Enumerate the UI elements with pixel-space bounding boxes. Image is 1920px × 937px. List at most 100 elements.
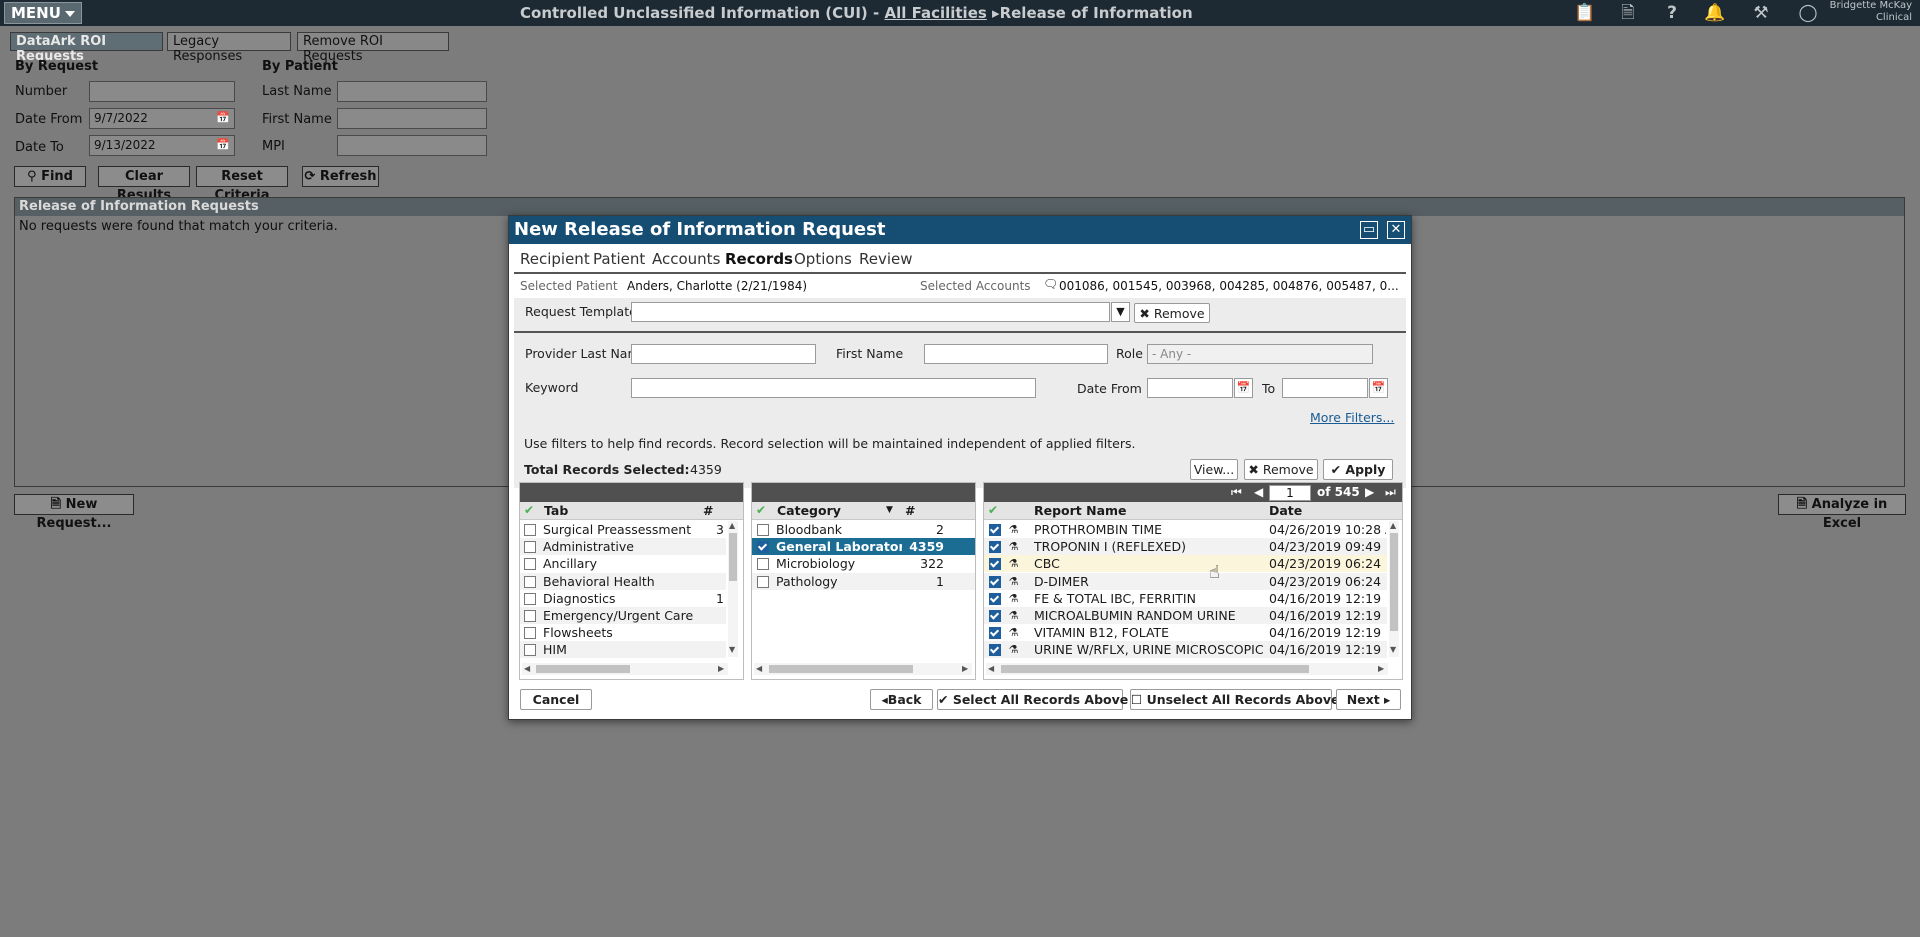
- scroll-left-icon[interactable]: ◀: [988, 664, 994, 674]
- row-checkbox[interactable]: [989, 610, 1001, 622]
- refresh-button[interactable]: ⟳ Refresh: [302, 166, 379, 187]
- number-input[interactable]: [89, 81, 235, 102]
- row-checkbox[interactable]: [989, 575, 1001, 588]
- last-name-input[interactable]: [337, 81, 487, 102]
- tab-dataark-roi-requests[interactable]: DataArk ROI Requests: [10, 32, 163, 64]
- filter-date-from-input[interactable]: [1147, 378, 1233, 398]
- table-row[interactable]: General Laboratory 4359: [752, 538, 975, 556]
- scroll-thumb[interactable]: [729, 533, 737, 581]
- next-button[interactable]: Next ▸: [1336, 689, 1401, 710]
- template-remove-button[interactable]: ✖ Remove: [1134, 303, 1210, 323]
- scroll-left-icon[interactable]: ◀: [756, 664, 762, 674]
- provider-last-name-input[interactable]: [631, 344, 816, 364]
- table-row[interactable]: ⚗ MICROALBUMIN RANDOM URINE 04/16/2019 12:…: [984, 607, 1387, 624]
- row-checkbox[interactable]: [524, 541, 536, 554]
- row-checkbox[interactable]: [989, 558, 1001, 571]
- table-row[interactable]: Emergency/Urgent Care: [520, 607, 726, 624]
- prev-page-icon[interactable]: ◀: [1254, 484, 1263, 501]
- calendar-icon[interactable]: 📅: [1234, 378, 1253, 398]
- tools-icon[interactable]: ⚒: [1750, 3, 1772, 23]
- scroll-up-icon[interactable]: ▲: [1390, 521, 1396, 531]
- sort-desc-icon[interactable]: ▼: [886, 505, 893, 515]
- find-button[interactable]: ⚲ Find: [14, 166, 86, 187]
- scroll-right-icon[interactable]: ▶: [962, 664, 968, 674]
- filter-remove-button[interactable]: ✖ Remove: [1244, 459, 1318, 480]
- comment-icon[interactable]: 🗨: [1043, 277, 1058, 291]
- table-row[interactable]: ⚗ FE & TOTAL IBC, FERRITIN 04/16/2019 12:1…: [984, 590, 1387, 607]
- row-checkbox[interactable]: [524, 627, 536, 640]
- row-checkbox[interactable]: [757, 541, 769, 554]
- table-row[interactable]: Flowsheets: [520, 624, 726, 641]
- date-to-input[interactable]: 9/13/2022: [89, 135, 235, 156]
- all-facilities-link[interactable]: All Facilities: [884, 4, 986, 22]
- table-row[interactable]: HIM: [520, 641, 726, 659]
- back-button[interactable]: ◂Back: [870, 689, 933, 710]
- scroll-right-icon[interactable]: ▶: [718, 664, 724, 674]
- scroll-thumb[interactable]: [536, 665, 630, 673]
- table-row[interactable]: ⚗ VITAMIN B12, FOLATE 04/16/2019 12:19 P: [984, 624, 1387, 641]
- step-patient[interactable]: Patient: [593, 250, 645, 268]
- calendar-icon[interactable]: 📅: [216, 138, 230, 151]
- keyword-input[interactable]: [631, 378, 1036, 398]
- select-all-records-button[interactable]: ✔ Select All Records Above: [937, 689, 1128, 710]
- row-checkbox[interactable]: [989, 524, 1001, 536]
- row-checkbox[interactable]: [989, 644, 1001, 657]
- row-checkbox[interactable]: [989, 627, 1001, 640]
- horizontal-scrollbar[interactable]: ◀ ▶: [522, 663, 728, 675]
- page-number-input[interactable]: 1: [1269, 485, 1311, 501]
- col-category-header[interactable]: Category: [777, 503, 841, 518]
- first-name-input[interactable]: [337, 108, 487, 129]
- step-accounts[interactable]: Accounts: [652, 250, 720, 268]
- scroll-left-icon[interactable]: ◀: [524, 664, 530, 674]
- scroll-down-icon[interactable]: ▼: [729, 645, 735, 655]
- select-all-check-icon[interactable]: ✔: [524, 503, 534, 517]
- close-icon[interactable]: ✕: [1387, 221, 1405, 239]
- document-icon[interactable]: 🗎: [1617, 3, 1639, 23]
- scroll-thumb[interactable]: [1390, 533, 1398, 631]
- apply-button[interactable]: ✔ Apply: [1323, 459, 1393, 480]
- row-checkbox[interactable]: [524, 524, 536, 536]
- bell-icon[interactable]: 🔔: [1704, 3, 1726, 23]
- more-filters-link[interactable]: More Filters...: [1310, 410, 1394, 425]
- table-row[interactable]: Ancillary: [520, 555, 726, 572]
- maximize-icon[interactable]: ▭: [1360, 221, 1378, 239]
- row-checkbox[interactable]: [524, 558, 536, 571]
- row-checkbox[interactable]: [989, 541, 1001, 554]
- chevron-down-icon[interactable]: ▼: [1111, 302, 1130, 322]
- table-row[interactable]: Pathology 1: [752, 572, 975, 590]
- row-checkbox[interactable]: [757, 524, 769, 536]
- vertical-scrollbar[interactable]: ▲ ▼: [728, 521, 738, 657]
- table-row[interactable]: ⚗ D-DIMER 04/23/2019 06:24 P: [984, 572, 1387, 590]
- reset-criteria-button[interactable]: Reset Criteria: [196, 166, 288, 203]
- row-checkbox[interactable]: [757, 558, 769, 571]
- select-all-check-icon[interactable]: ✔: [988, 503, 998, 517]
- user-info[interactable]: Bridgette McKay Clinical: [1812, 0, 1912, 24]
- scroll-thumb[interactable]: [769, 665, 913, 673]
- mpi-input[interactable]: [337, 135, 487, 156]
- select-all-check-icon[interactable]: ✔: [756, 503, 766, 517]
- filter-date-to-input[interactable]: [1282, 378, 1368, 398]
- tab-remove-roi-requests[interactable]: Remove ROI Requests: [297, 32, 449, 64]
- table-row[interactable]: Surgical Preassessment 3: [520, 521, 726, 538]
- horizontal-scrollbar[interactable]: ◀ ▶: [986, 663, 1388, 675]
- clear-results-button[interactable]: Clear Results: [98, 166, 190, 203]
- unselect-all-records-button[interactable]: ☐ Unselect All Records Above: [1130, 689, 1339, 710]
- col-count-header[interactable]: #: [905, 503, 915, 518]
- provider-first-name-input[interactable]: [924, 344, 1108, 364]
- table-row[interactable]: ⚗ PROTHROMBIN TIME 04/26/2019 10:28 A: [984, 521, 1387, 538]
- clipboard-icon[interactable]: 📋: [1574, 3, 1596, 23]
- row-checkbox[interactable]: [989, 592, 1001, 605]
- new-request-button[interactable]: 🗎 New Request...: [14, 494, 134, 531]
- last-page-icon[interactable]: ⏭: [1385, 484, 1396, 501]
- menu-button[interactable]: MENU: [4, 2, 82, 24]
- scroll-up-icon[interactable]: ▲: [729, 521, 735, 531]
- next-page-icon[interactable]: ▶: [1365, 484, 1374, 501]
- tab-legacy-responses[interactable]: Legacy Responses: [167, 32, 291, 64]
- request-template-select[interactable]: [631, 302, 1110, 322]
- scroll-down-icon[interactable]: ▼: [1390, 645, 1396, 655]
- table-row[interactable]: ⚗ URINE W/RFLX, URINE MICROSCOPIC 04/16/20…: [984, 641, 1387, 659]
- calendar-icon[interactable]: 📅: [216, 111, 230, 124]
- horizontal-scrollbar[interactable]: ◀ ▶: [754, 663, 972, 675]
- role-select[interactable]: - Any -: [1147, 344, 1373, 364]
- table-row[interactable]: ⚗ CBC 04/23/2019 06:24 P: [984, 555, 1387, 573]
